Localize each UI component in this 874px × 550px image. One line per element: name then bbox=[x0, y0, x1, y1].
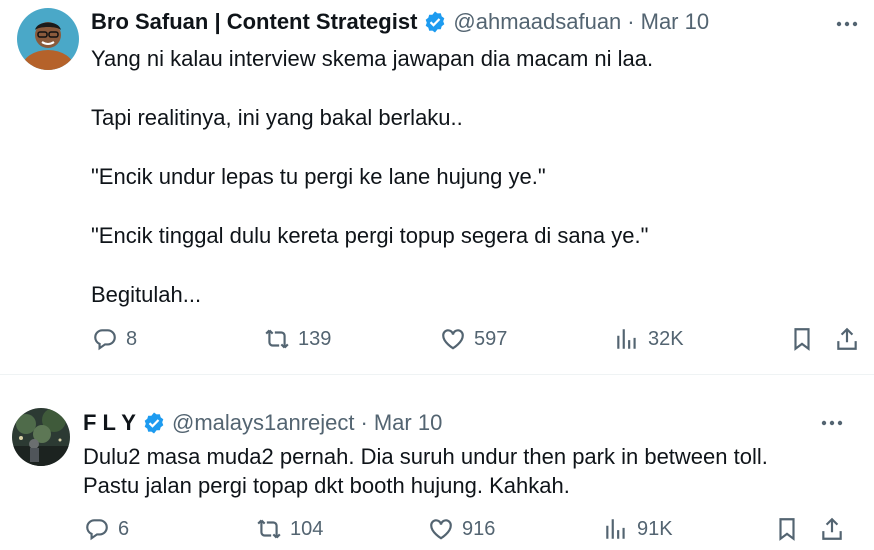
retweet-icon bbox=[264, 326, 290, 352]
verified-badge-icon bbox=[426, 11, 445, 33]
tweet-date[interactable]: Mar 10 bbox=[641, 9, 709, 35]
like-count: 597 bbox=[474, 327, 508, 350]
tweet-text-line: Tapi realitinya, ini yang bakal berlaku.… bbox=[91, 105, 463, 130]
tweet-text-line: Pastu jalan pergi topap dkt booth hujung… bbox=[83, 473, 570, 498]
bookmark-button[interactable] bbox=[789, 326, 815, 352]
reply-icon bbox=[92, 326, 118, 352]
share-button[interactable] bbox=[834, 326, 860, 352]
like-icon bbox=[440, 326, 466, 352]
reply-count: 6 bbox=[118, 517, 130, 540]
action-bar: 6 104 916 91K bbox=[0, 516, 874, 546]
avatar[interactable] bbox=[17, 8, 79, 70]
reply-button[interactable]: 6 bbox=[84, 516, 129, 542]
tweet[interactable]: F L Y @malays1anreject · Mar 10 Dulu2 ma… bbox=[0, 375, 874, 550]
like-button[interactable]: 597 bbox=[440, 326, 507, 352]
separator-dot: · bbox=[627, 9, 635, 34]
tweet-date[interactable]: Mar 10 bbox=[374, 410, 442, 436]
more-icon[interactable] bbox=[819, 410, 845, 436]
share-icon bbox=[819, 516, 845, 542]
views-button[interactable]: 32K bbox=[614, 326, 684, 352]
share-button[interactable] bbox=[819, 516, 845, 542]
like-icon bbox=[428, 516, 454, 542]
tweet-text-line: "Encik tinggal dulu kereta pergi topup s… bbox=[91, 223, 649, 248]
bookmark-button[interactable] bbox=[774, 516, 800, 542]
author-name[interactable]: Bro Safuan | Content Strategist bbox=[91, 9, 417, 35]
views-button[interactable]: 91K bbox=[603, 516, 673, 542]
verified-badge-icon bbox=[144, 412, 164, 434]
bookmark-icon bbox=[774, 516, 800, 542]
reply-count: 8 bbox=[126, 327, 138, 350]
tweet-header: F L Y @malays1anreject · Mar 10 bbox=[83, 410, 442, 436]
bookmark-icon bbox=[789, 326, 815, 352]
retweet-count: 139 bbox=[298, 327, 332, 350]
share-icon bbox=[834, 326, 860, 352]
retweet-button[interactable]: 139 bbox=[264, 326, 331, 352]
author-handle[interactable]: @ahmaadsafuan bbox=[453, 9, 621, 35]
retweet-count: 104 bbox=[290, 517, 324, 540]
like-button[interactable]: 916 bbox=[428, 516, 495, 542]
views-count: 91K bbox=[637, 517, 673, 540]
more-icon[interactable] bbox=[834, 11, 860, 37]
tweet-header: Bro Safuan | Content Strategist @ahmaads… bbox=[91, 9, 709, 35]
views-icon bbox=[614, 326, 640, 352]
like-count: 916 bbox=[462, 517, 496, 540]
reply-icon bbox=[84, 516, 110, 542]
separator-dot: · bbox=[360, 410, 368, 435]
tweet-text-line: Yang ni kalau interview skema jawapan di… bbox=[91, 46, 654, 71]
views-icon bbox=[603, 516, 629, 542]
tweet[interactable]: Bro Safuan | Content Strategist @ahmaads… bbox=[0, 0, 874, 375]
author-name[interactable]: F L Y bbox=[83, 410, 136, 436]
action-bar: 8 139 597 32K bbox=[0, 326, 874, 356]
tweet-text-line: Dulu2 masa muda2 pernah. Dia suruh undur… bbox=[83, 444, 768, 469]
tweet-text-line: Begitulah... bbox=[91, 282, 202, 307]
tweet-text-line: "Encik undur lepas tu pergi ke lane huju… bbox=[91, 164, 546, 189]
reply-button[interactable]: 8 bbox=[92, 326, 137, 352]
avatar[interactable] bbox=[12, 408, 70, 466]
retweet-button[interactable]: 104 bbox=[256, 516, 323, 542]
author-handle[interactable]: @malays1anreject bbox=[172, 410, 355, 436]
views-count: 32K bbox=[648, 327, 684, 350]
retweet-icon bbox=[256, 516, 282, 542]
